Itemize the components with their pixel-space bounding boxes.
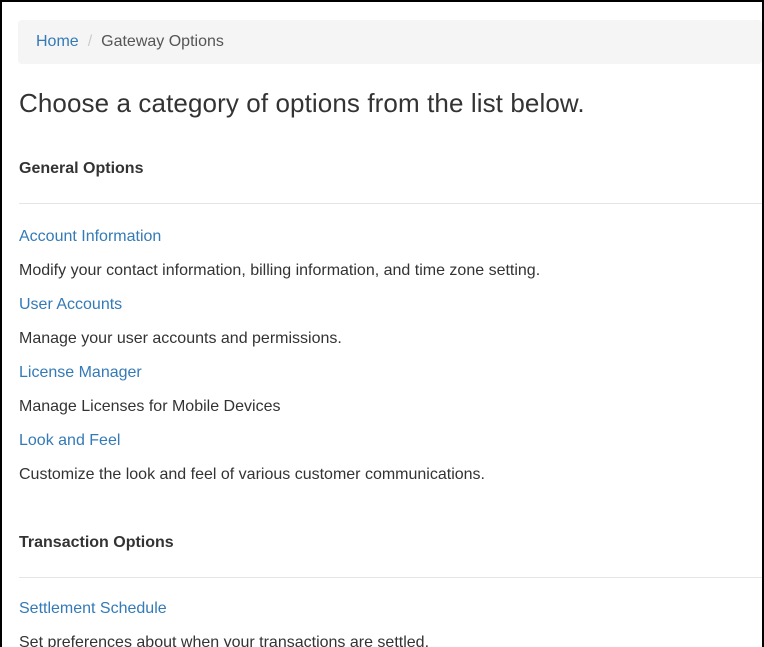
license-manager-description: Manage Licenses for Mobile Devices — [19, 398, 281, 415]
user-accounts-description: Manage your user accounts and permission… — [19, 330, 342, 347]
breadcrumb-separator: / — [87, 33, 93, 50]
look-and-feel-link[interactable]: Look and Feel — [19, 432, 120, 450]
user-accounts-link[interactable]: User Accounts — [19, 296, 122, 314]
license-manager-link[interactable]: License Manager — [19, 364, 142, 382]
settlement-schedule-description: Set preferences about when your transact… — [19, 634, 430, 647]
breadcrumb: Home / Gateway Options — [18, 20, 762, 64]
section-header-general-options: General Options — [19, 160, 144, 177]
section-header-transaction-options: Transaction Options — [19, 534, 174, 551]
look-and-feel-description: Customize the look and feel of various c… — [19, 466, 485, 483]
breadcrumb-home-link[interactable]: Home — [36, 33, 79, 51]
account-information-description: Modify your contact information, billing… — [19, 262, 541, 279]
breadcrumb-current: Gateway Options — [101, 33, 224, 50]
page-title: Choose a category of options from the li… — [19, 88, 585, 118]
section-divider — [19, 577, 762, 578]
settlement-schedule-link[interactable]: Settlement Schedule — [19, 600, 167, 618]
gateway-options-page: Home / Gateway Options Choose a category… — [0, 0, 764, 647]
account-information-link[interactable]: Account Information — [19, 228, 161, 246]
section-divider — [19, 203, 762, 204]
